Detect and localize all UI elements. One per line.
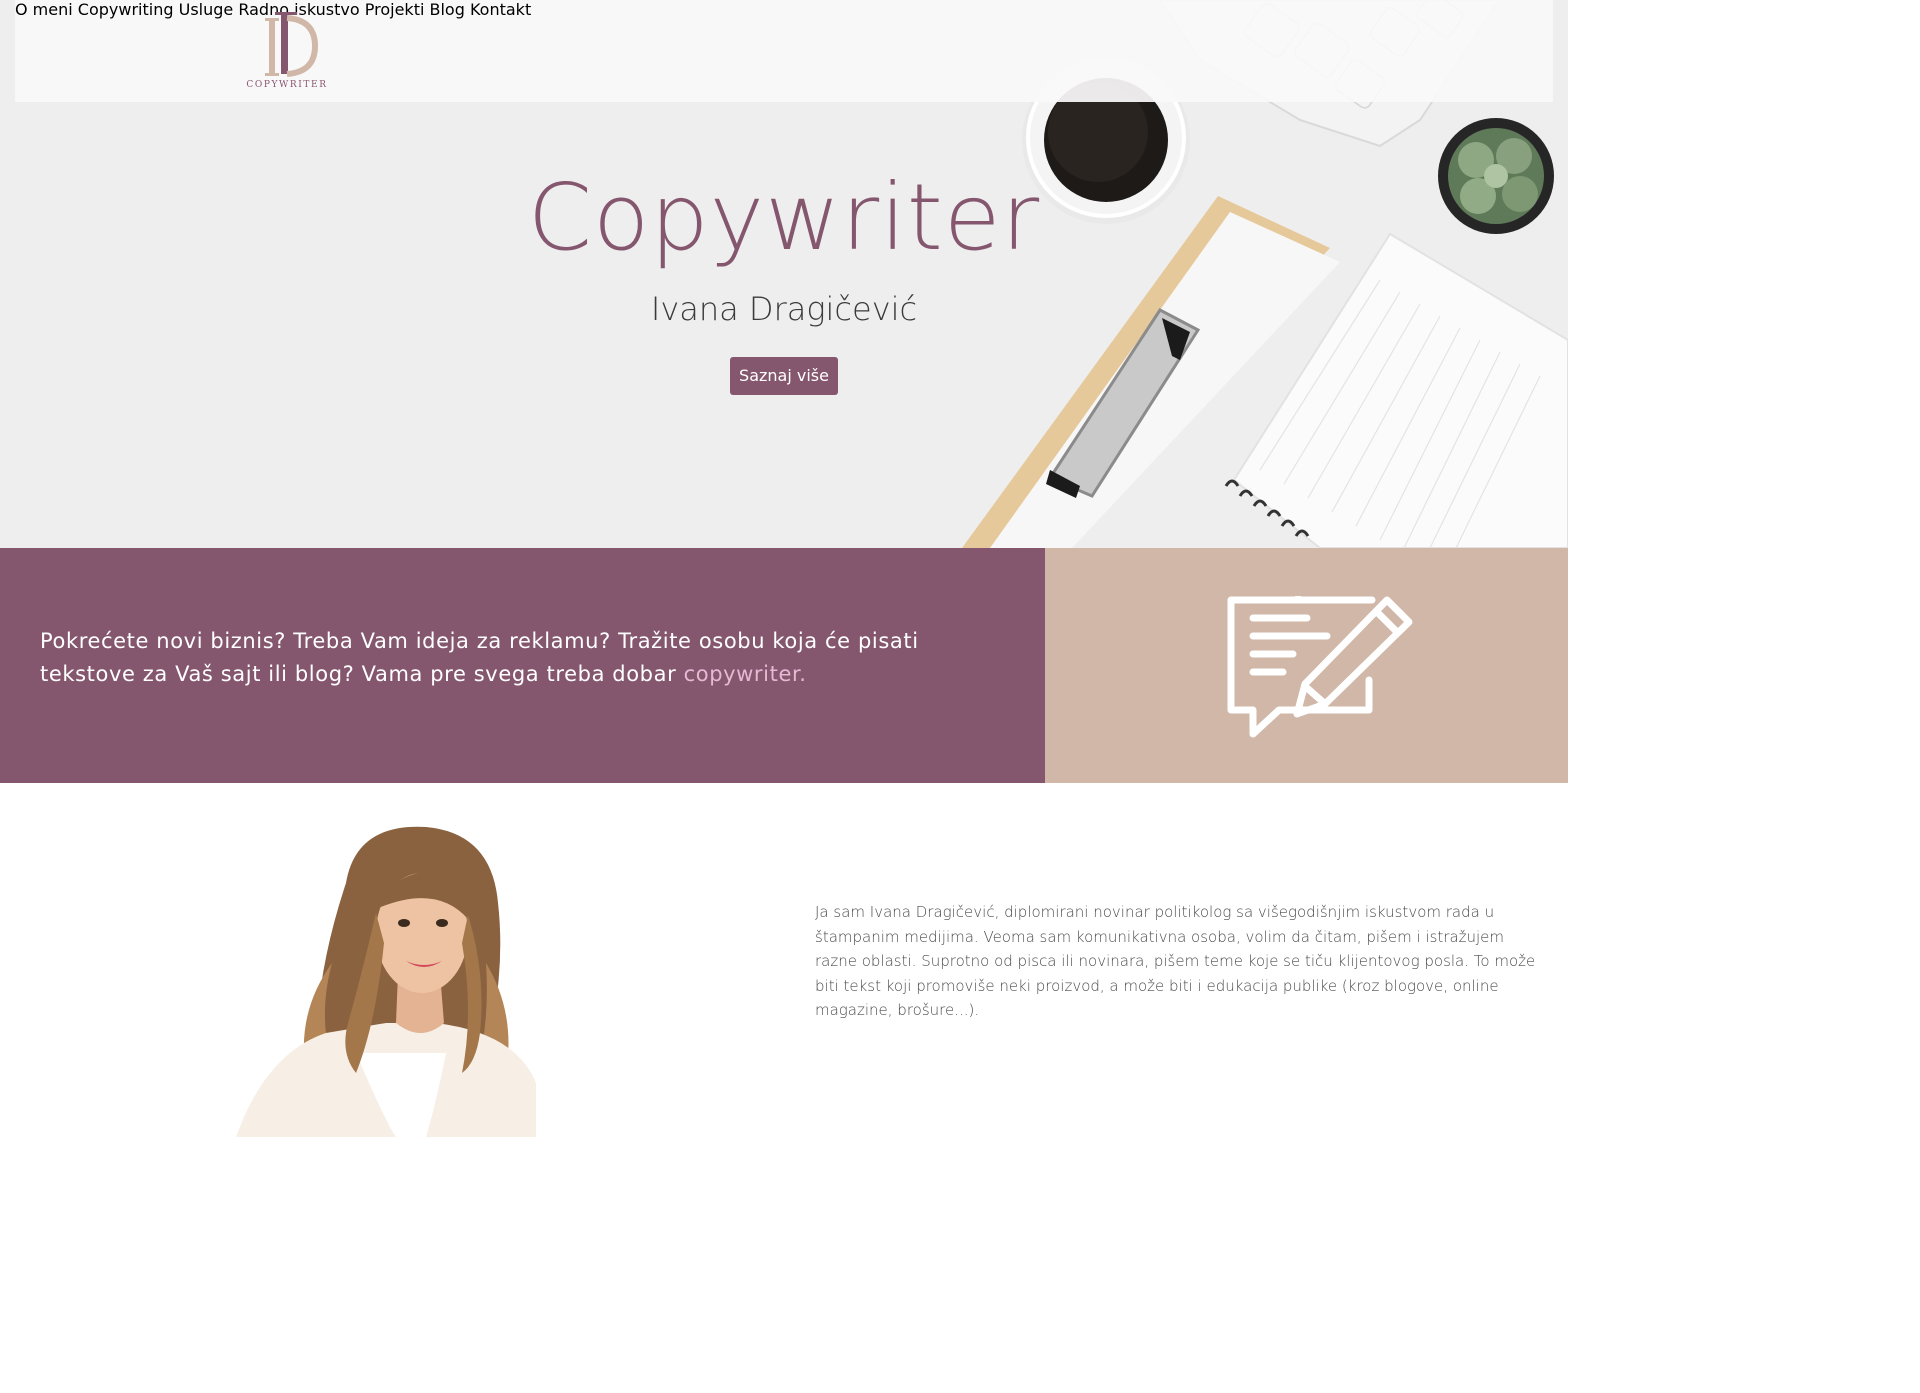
nav-item-kontakt[interactable]: Kontakt (470, 0, 531, 19)
intro-band: Pokrećete novi biznis? Treba Vam ideja z… (0, 548, 1045, 783)
intro-text: Pokrećete novi biznis? Treba Vam ideja z… (40, 625, 1000, 691)
portrait-photo (236, 826, 536, 1137)
about-section: Ja sam Ivana Dragičević, diplomirani nov… (0, 783, 1568, 1137)
about-text: Ja sam Ivana Dragičević, diplomirani nov… (815, 903, 1536, 1020)
hero-title: Copywriter (527, 164, 1041, 271)
top-navbar: COPYWRITER O meni Copywriting Usluge Rad… (15, 0, 1553, 102)
nav-item-projekti[interactable]: Projekti (365, 0, 425, 19)
nav-item-blog[interactable]: Blog (430, 0, 465, 19)
hero-section: COPYWRITER O meni Copywriting Usluge Rad… (0, 0, 1568, 548)
write-message-icon (1227, 596, 1413, 738)
hero-subtitle: Ivana Dragičević (650, 290, 918, 328)
nav-item-o-meni[interactable]: O meni (15, 0, 73, 19)
logo-monogram-icon (265, 12, 319, 77)
nav-item-usluge[interactable]: Usluge (179, 0, 234, 19)
icon-band (1045, 548, 1568, 783)
learn-more-button[interactable]: Saznaj više (730, 357, 838, 395)
site-logo[interactable]: COPYWRITER (241, 10, 333, 92)
nav-item-copywriting[interactable]: Copywriting (78, 0, 174, 19)
logo-text: COPYWRITER (246, 80, 328, 90)
intro-text-accent: copywriter. (683, 662, 807, 686)
